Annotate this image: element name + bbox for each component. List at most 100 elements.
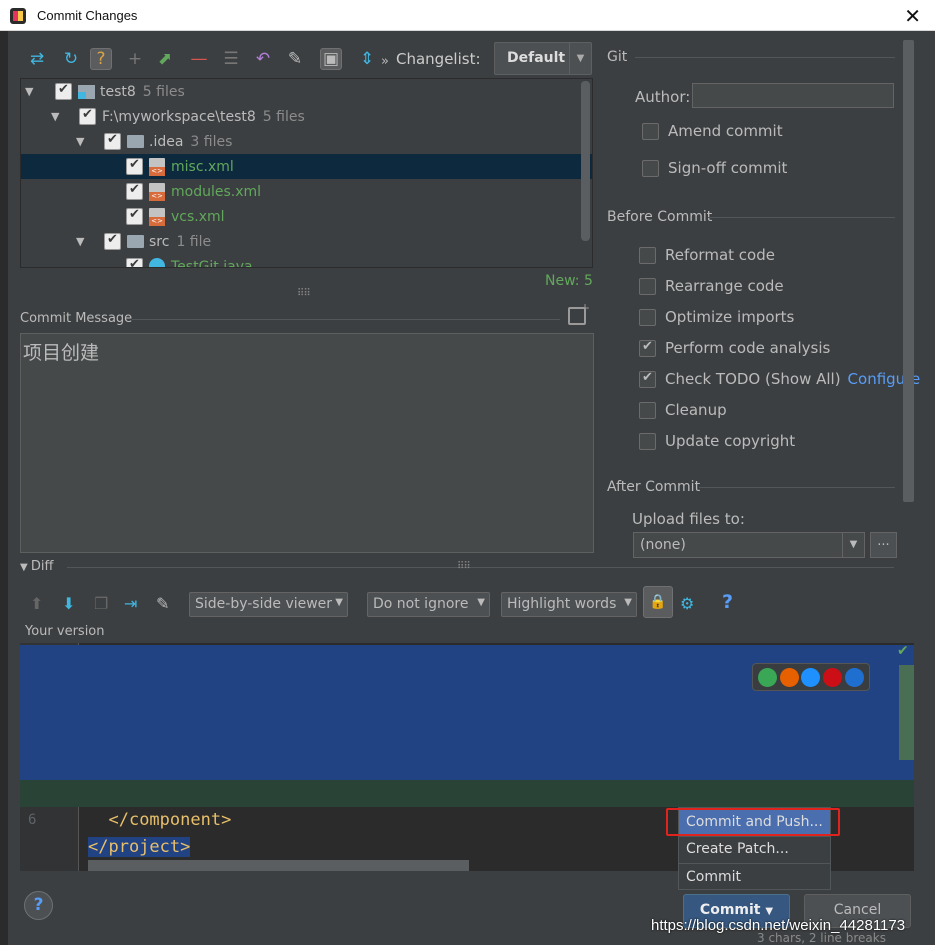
amend-commit-option[interactable]: Amend commit	[642, 122, 783, 140]
next-diff-icon[interactable]: ⬇	[62, 594, 75, 613]
cleanup-option[interactable]: Cleanup	[639, 401, 727, 419]
highlight-annotation-box	[666, 808, 840, 836]
tree-row-path[interactable]: ▼ F:\myworkspace\test8 5 files	[21, 104, 581, 129]
option-label: Sign-off commit	[668, 159, 788, 177]
tree-row-testgit-java[interactable]: TestGit.java	[21, 254, 581, 268]
rearrange-code-option[interactable]: Rearrange code	[639, 277, 784, 295]
tree-row-modules-xml[interactable]: modules.xml	[21, 179, 581, 204]
copy-icon[interactable]: ❐	[94, 594, 108, 613]
safari-icon[interactable]	[801, 667, 821, 687]
optimize-imports-option[interactable]: Optimize imports	[639, 308, 794, 326]
checkbox[interactable]	[126, 157, 143, 175]
reformat-code-option[interactable]: Reformat code	[639, 246, 775, 264]
previous-diff-icon[interactable]: ⬆	[30, 594, 43, 613]
expand-arrow-icon[interactable]: ▼	[25, 85, 41, 98]
checkbox[interactable]	[126, 257, 143, 267]
checkbox[interactable]	[639, 308, 656, 326]
preview-diff-icon[interactable]: ▣	[320, 48, 342, 70]
tree-row-idea[interactable]: ▼ .idea 3 files	[21, 129, 581, 154]
tree-row-project[interactable]: ▼ test8 5 files	[21, 79, 581, 104]
no-problems-check-icon: ✔	[897, 643, 909, 659]
help-icon[interactable]: ?	[722, 591, 733, 613]
ie-icon[interactable]	[844, 667, 864, 687]
opera-icon[interactable]	[823, 667, 843, 687]
checkbox[interactable]	[642, 122, 659, 140]
highlight-dropdown[interactable]: Highlight words ▼	[501, 592, 637, 617]
checkbox[interactable]	[639, 339, 656, 357]
divider	[708, 217, 895, 218]
checkbox[interactable]	[104, 232, 121, 250]
expand-arrow-icon[interactable]: ▼	[76, 235, 92, 248]
options-scrollbar[interactable]	[903, 40, 914, 502]
diff-label: Diff	[30, 559, 54, 574]
commit-message-input[interactable]: 项目创建	[20, 333, 594, 553]
checkbox[interactable]	[126, 182, 143, 200]
git-section-title: Git	[607, 49, 628, 65]
group-by-icon[interactable]: ?	[90, 48, 112, 70]
lock-icon[interactable]: 🔒	[643, 586, 673, 618]
checkbox[interactable]	[639, 277, 656, 295]
splitter-handle[interactable]: ⠿⠿	[297, 288, 311, 299]
show-diff-icon[interactable]: ⇄	[26, 48, 48, 70]
tree-item-label: F:\myworkspace\test8	[102, 108, 256, 125]
viewer-mode-dropdown[interactable]: Side-by-side viewer ▼	[189, 592, 348, 617]
ignore-whitespace-dropdown[interactable]: Do not ignore ▼	[367, 592, 490, 617]
checkbox[interactable]	[639, 370, 656, 388]
ignore-value: Do not ignore	[373, 596, 469, 612]
diff-section-header[interactable]: ▼ Diff	[20, 559, 53, 574]
tree-item-label: TestGit.java	[171, 258, 253, 268]
checkbox[interactable]	[55, 82, 72, 100]
commit-message-history-icon[interactable]	[568, 301, 590, 325]
xml-file-icon	[149, 157, 165, 176]
splitter-handle[interactable]: ⠿⠿	[457, 561, 471, 572]
jump-to-source-icon[interactable]: ⇥	[124, 594, 137, 613]
more-chevron-icon[interactable]: »	[374, 50, 396, 72]
edit-icon[interactable]: ✎	[156, 594, 169, 613]
viewer-mode-value: Side-by-side viewer	[195, 596, 333, 612]
checkbox[interactable]	[639, 401, 656, 419]
horizontal-scrollbar[interactable]	[88, 860, 469, 871]
update-copyright-option[interactable]: Update copyright	[639, 432, 795, 450]
create-patch-item[interactable]: Create Patch...	[679, 837, 830, 863]
check-todo-option[interactable]: Check TODO (Show All) Configure	[639, 370, 920, 388]
expand-arrow-icon[interactable]: ▼	[51, 110, 67, 123]
remove-icon[interactable]: —	[188, 48, 210, 70]
file-count: 5 files	[262, 108, 305, 125]
signoff-commit-option[interactable]: Sign-off commit	[642, 159, 787, 177]
settings-gear-icon[interactable]: ⚙	[680, 594, 694, 613]
author-input[interactable]	[692, 83, 894, 108]
checkbox[interactable]	[642, 159, 659, 177]
checkbox[interactable]	[639, 432, 656, 450]
tree-row-vcs-xml[interactable]: vcs.xml	[21, 204, 581, 229]
checkbox[interactable]	[126, 207, 143, 225]
commit-item[interactable]: Commit	[679, 865, 830, 891]
upload-more-button[interactable]: ...	[870, 532, 897, 558]
new-files-count: New: 5	[545, 273, 593, 289]
firefox-icon[interactable]	[779, 667, 799, 687]
tree-row-src[interactable]: ▼ src 1 file	[21, 229, 581, 254]
xml-file-icon	[149, 207, 165, 226]
rollback-icon[interactable]: ↶	[252, 48, 274, 70]
move-icon[interactable]: ⬈	[154, 48, 176, 70]
module-icon	[78, 84, 95, 99]
upload-server-dropdown[interactable]: (none) ▼	[633, 532, 865, 558]
edit-source-icon[interactable]: ✎	[284, 48, 306, 70]
list-icon[interactable]: ☰	[220, 48, 242, 70]
close-icon[interactable]: ✕	[904, 4, 921, 28]
changes-tree: ▼ test8 5 files ▼ F:\myworkspace\test8 5…	[20, 78, 593, 268]
tree-scrollbar[interactable]	[581, 81, 590, 241]
refresh-icon[interactable]: ↻	[60, 48, 82, 70]
chrome-icon[interactable]	[758, 667, 778, 687]
checkbox[interactable]	[104, 132, 121, 150]
expand-arrow-icon[interactable]: ▼	[76, 135, 92, 148]
tree-item-label: modules.xml	[171, 183, 262, 200]
perform-code-analysis-option[interactable]: Perform code analysis	[639, 339, 830, 357]
tree-row-misc-xml[interactable]: misc.xml	[21, 154, 592, 179]
tree-item-label: .idea	[149, 133, 184, 150]
checkbox[interactable]	[79, 107, 96, 125]
help-button[interactable]: ?	[24, 891, 53, 920]
commit-message-text: 项目创建	[23, 342, 100, 364]
checkbox[interactable]	[639, 246, 656, 264]
changelist-dropdown[interactable]: Default ▼	[494, 42, 592, 75]
add-icon[interactable]: +	[124, 48, 146, 70]
